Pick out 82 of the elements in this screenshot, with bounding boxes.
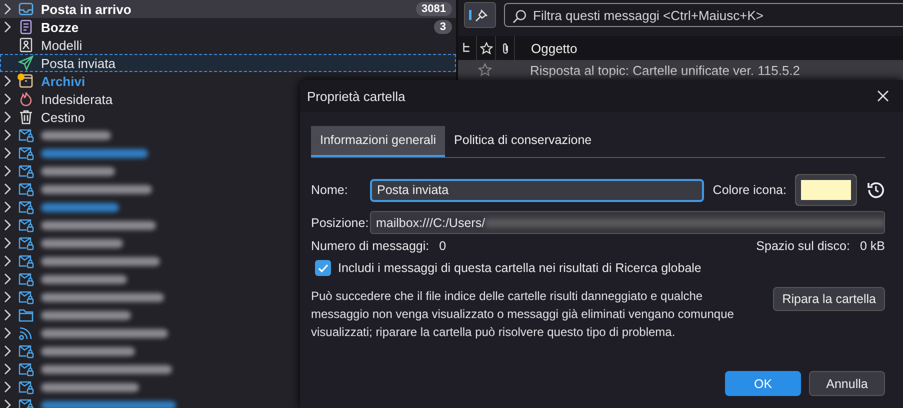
message-count-label: Numero di messaggi:	[311, 239, 430, 253]
chevron-icon[interactable]	[4, 273, 12, 285]
checkmark-icon	[317, 262, 329, 274]
chevron-icon[interactable]	[4, 327, 12, 339]
close-icon[interactable]	[877, 90, 889, 102]
cancel-button[interactable]: Annulla	[809, 371, 885, 396]
chevron-icon[interactable]	[4, 147, 12, 159]
mail-lock-icon	[18, 253, 34, 269]
folder-name: Archivi	[41, 74, 86, 88]
folder-icon	[18, 307, 34, 323]
message-row[interactable]: Risposta al topic: Cartelle unificate ver. 115.5.2	[458, 60, 903, 80]
color-picker-button[interactable]	[795, 174, 858, 206]
mail-lock-icon	[18, 235, 34, 251]
folder-name: Posta in arrivo	[41, 2, 132, 16]
mail-lock-icon	[18, 181, 34, 197]
mail-lock-icon	[18, 343, 34, 359]
search-field[interactable]: Filtra questi messaggi <Ctrl+Maiusc+K>	[504, 3, 903, 27]
location-field[interactable]: mailbox:///C:/Users/	[370, 211, 885, 234]
chevron-icon[interactable]	[4, 201, 12, 213]
chevron-icon[interactable]	[4, 345, 12, 357]
icon-color-label: Colore icona:	[712, 183, 786, 197]
location-label: Posizione:	[311, 216, 370, 230]
unread-count: 3081	[416, 2, 452, 16]
folder-name: Bozze	[41, 20, 79, 34]
folder-row-highlight[interactable]: Posta inviata	[0, 54, 456, 72]
mail-lock-icon	[18, 289, 34, 305]
disk-space-label: Spazio sul disco:	[756, 239, 850, 253]
tab[interactable]: Politica di conservazione	[445, 126, 601, 157]
chevron-icon[interactable]	[4, 219, 12, 231]
chevron-icon[interactable]	[4, 129, 12, 141]
checkbox-label: Includi i messaggi di questa cartella nei risultati di Ricerca globale	[338, 261, 702, 275]
mail-lock-icon	[18, 271, 34, 287]
checkbox[interactable]	[315, 260, 331, 276]
chevron-icon[interactable]	[4, 399, 12, 408]
archive-icon	[18, 73, 34, 89]
template-icon	[18, 37, 34, 53]
chevron-icon[interactable]	[4, 3, 12, 15]
mail-lock-icon	[18, 127, 34, 143]
mail-lock-icon	[18, 199, 34, 215]
chevron-icon[interactable]	[4, 111, 12, 123]
repair-description: Può succedere che il file indice delle cartelle risulti danneggiato e qualche messaggio non venga visualizzato o messaggi già eliminati vengano comunque visualizzati; riparare la cartella può risolvere questo tipo di problema.	[311, 288, 735, 341]
name-field[interactable]: Posta inviata	[370, 178, 704, 202]
mail-lock-icon	[18, 379, 34, 395]
mail-lock-icon	[18, 145, 34, 161]
folder-name: Indesiderata	[41, 92, 113, 106]
folder-name: Modelli	[41, 38, 82, 52]
pin-toggle-button[interactable]	[464, 2, 496, 28]
document-icon	[18, 19, 34, 35]
chevron-icon[interactable]	[4, 255, 12, 267]
chevron-icon[interactable]	[4, 93, 12, 105]
chevron-icon[interactable]	[4, 309, 12, 321]
chevron-icon[interactable]	[4, 363, 12, 375]
chevron-icon[interactable]	[4, 21, 12, 33]
dialog-title: Proprietà cartella	[307, 88, 406, 104]
message-subject: Risposta al topic: Cartelle unificate ver. 115.5.2	[530, 62, 800, 78]
chevron-icon[interactable]	[4, 291, 12, 303]
column-header[interactable]: Oggetto	[515, 40, 578, 56]
reset-icon[interactable]	[867, 181, 885, 199]
name-label: Nome:	[311, 183, 349, 197]
chevron-icon[interactable]	[4, 75, 12, 87]
inbox-icon	[18, 1, 34, 17]
repair-folder-button[interactable]: Ripara la cartella	[773, 287, 885, 311]
message-count: 0	[439, 239, 446, 253]
folder-name: Cestino	[41, 110, 86, 124]
chevron-icon[interactable]	[4, 183, 12, 195]
unread-count: 3	[434, 20, 452, 34]
chevron-icon[interactable]	[4, 165, 12, 177]
folder-row-highlight[interactable]: Posta in arrivo 3081	[0, 0, 456, 18]
feed-icon	[18, 325, 34, 341]
star-icon	[480, 42, 492, 54]
flame-icon	[18, 91, 34, 107]
mail-lock-icon	[18, 163, 34, 179]
mail-lock-icon	[18, 361, 34, 377]
disk-space: 0 kB	[860, 239, 885, 253]
star-icon[interactable]	[478, 63, 492, 77]
tab[interactable]: Informazioni generali	[311, 126, 446, 157]
chevron-icon[interactable]	[4, 381, 12, 393]
trash-icon	[18, 109, 34, 125]
mail-lock-icon	[18, 217, 34, 233]
folder-name: Posta inviata	[41, 56, 116, 70]
send-icon	[18, 55, 34, 71]
chevron-icon[interactable]	[4, 237, 12, 249]
